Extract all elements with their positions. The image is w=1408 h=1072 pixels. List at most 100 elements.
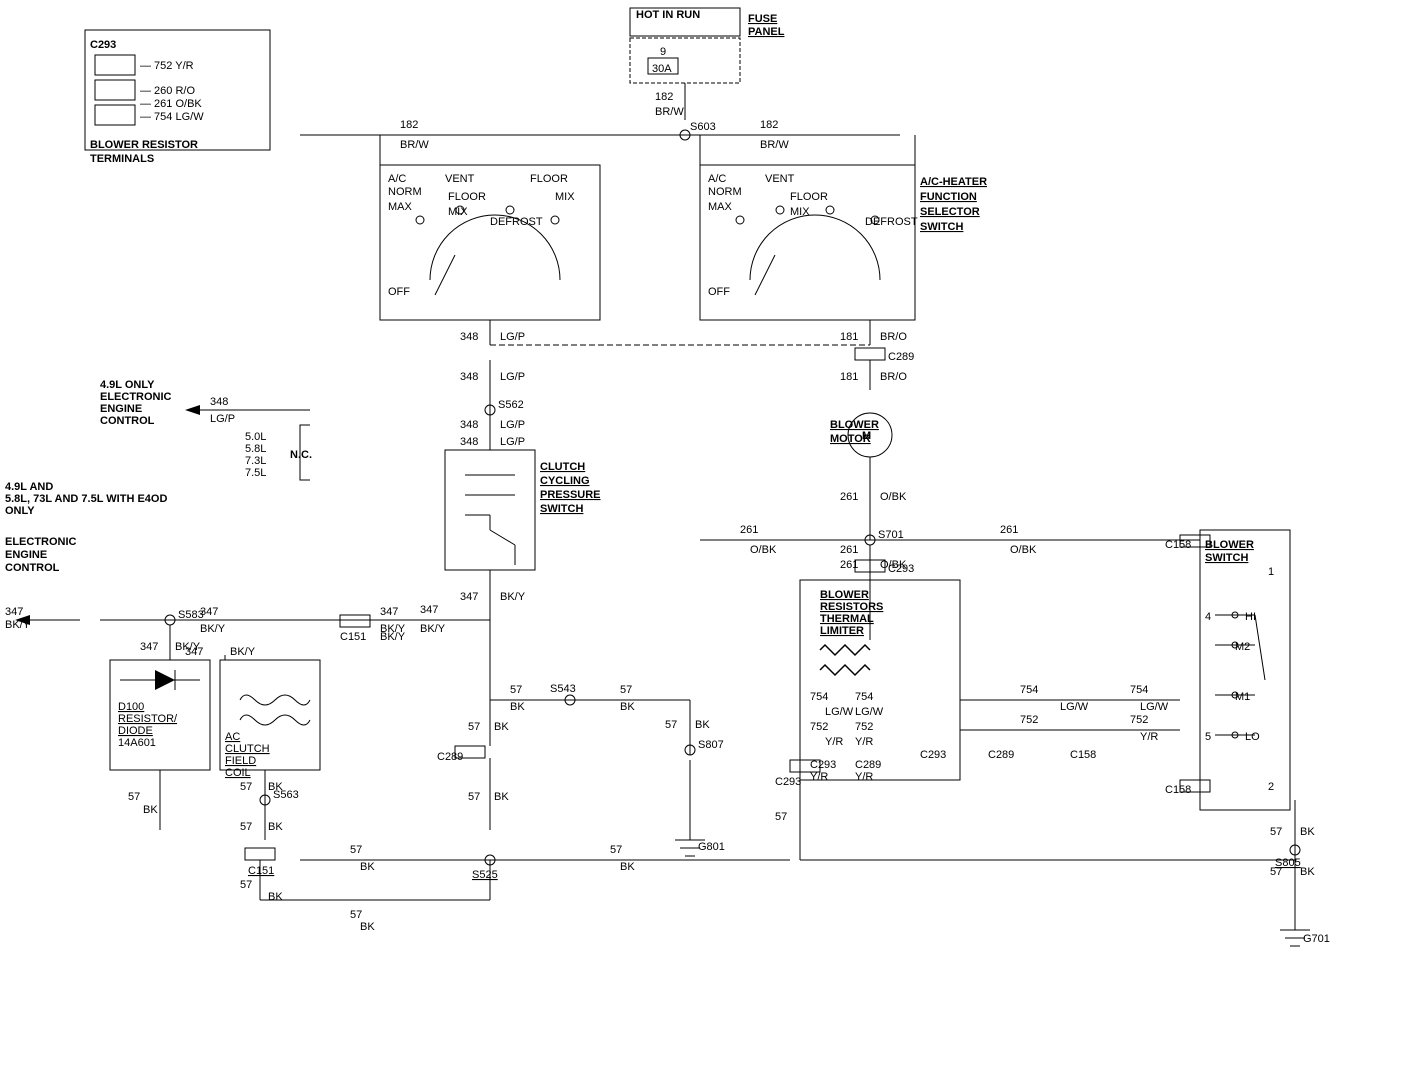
svg-text:347: 347 bbox=[420, 604, 438, 616]
svg-text:LG/W: LG/W bbox=[825, 706, 854, 718]
hot-in-run-label: HOT IN RUN bbox=[636, 9, 700, 21]
svg-text:5.0L: 5.0L bbox=[245, 431, 266, 443]
svg-text:9: 9 bbox=[660, 46, 666, 58]
svg-text:752: 752 bbox=[1020, 714, 1038, 726]
svg-text:C293: C293 bbox=[90, 39, 116, 51]
svg-text:BK/Y: BK/Y bbox=[380, 631, 406, 643]
svg-text:BK: BK bbox=[360, 861, 375, 873]
svg-text:Y/R: Y/R bbox=[1140, 731, 1158, 743]
svg-text:— 752 Y/R: — 752 Y/R bbox=[140, 60, 194, 72]
svg-text:181: 181 bbox=[840, 371, 858, 383]
svg-text:CLUTCH: CLUTCH bbox=[540, 461, 585, 473]
svg-text:ONLY: ONLY bbox=[5, 505, 35, 517]
svg-text:57: 57 bbox=[610, 844, 622, 856]
svg-text:754: 754 bbox=[1020, 684, 1038, 696]
svg-text:SWITCH: SWITCH bbox=[1205, 552, 1248, 564]
svg-text:HI: HI bbox=[1245, 611, 1256, 623]
svg-text:BK: BK bbox=[620, 701, 635, 713]
svg-text:BK: BK bbox=[268, 891, 283, 903]
svg-text:LG/P: LG/P bbox=[500, 371, 525, 383]
svg-text:OFF: OFF bbox=[708, 286, 730, 298]
svg-text:Y/R: Y/R bbox=[825, 736, 843, 748]
svg-text:181: 181 bbox=[840, 331, 858, 343]
svg-text:57: 57 bbox=[350, 844, 362, 856]
svg-text:LG/P: LG/P bbox=[500, 419, 525, 431]
svg-text:VENT: VENT bbox=[765, 173, 795, 185]
svg-text:57: 57 bbox=[468, 791, 480, 803]
svg-text:C293: C293 bbox=[920, 749, 946, 761]
svg-text:ELECTRONIC: ELECTRONIC bbox=[100, 391, 172, 403]
svg-text:BK: BK bbox=[143, 804, 158, 816]
svg-text:A/C-HEATER: A/C-HEATER bbox=[920, 176, 987, 188]
svg-text:A/C: A/C bbox=[708, 173, 726, 185]
svg-text:CONTROL: CONTROL bbox=[100, 415, 155, 427]
svg-text:57: 57 bbox=[510, 684, 522, 696]
svg-text:BLOWER: BLOWER bbox=[820, 589, 869, 601]
svg-text:57: 57 bbox=[240, 781, 252, 793]
svg-text:LG/P: LG/P bbox=[500, 331, 525, 343]
svg-text:C293: C293 bbox=[888, 563, 914, 575]
svg-text:BK/Y: BK/Y bbox=[420, 623, 446, 635]
svg-text:FLOOR: FLOOR bbox=[790, 191, 828, 203]
svg-text:DEFROST: DEFROST bbox=[490, 216, 543, 228]
svg-text:C293: C293 bbox=[775, 776, 801, 788]
svg-text:AC: AC bbox=[225, 731, 240, 743]
svg-text:BK: BK bbox=[510, 701, 525, 713]
svg-text:LG/W: LG/W bbox=[1140, 701, 1169, 713]
svg-text:LIMITER: LIMITER bbox=[820, 625, 864, 637]
svg-text:57: 57 bbox=[468, 721, 480, 733]
svg-text:O/BK: O/BK bbox=[880, 491, 907, 503]
svg-text:NORM: NORM bbox=[388, 186, 422, 198]
svg-text:ENGINE: ENGINE bbox=[100, 403, 142, 415]
svg-text:5: 5 bbox=[1205, 731, 1211, 743]
svg-text:— 260 R/O: — 260 R/O bbox=[140, 85, 195, 97]
svg-text:ENGINE: ENGINE bbox=[5, 549, 47, 561]
svg-text:LG/P: LG/P bbox=[210, 413, 235, 425]
svg-text:Y/R: Y/R bbox=[810, 771, 828, 783]
svg-text:THERMAL: THERMAL bbox=[820, 613, 874, 625]
svg-text:BK: BK bbox=[1300, 866, 1315, 878]
svg-text:O/BK: O/BK bbox=[750, 544, 777, 556]
svg-text:347: 347 bbox=[140, 641, 158, 653]
svg-text:BR/W: BR/W bbox=[760, 139, 789, 151]
svg-text:Y/R: Y/R bbox=[855, 771, 873, 783]
svg-text:14A601: 14A601 bbox=[118, 737, 156, 749]
svg-text:BK: BK bbox=[695, 719, 710, 731]
svg-text:LO: LO bbox=[1245, 731, 1260, 743]
svg-text:S543: S543 bbox=[550, 683, 576, 695]
svg-text:BLOWER RESISTOR: BLOWER RESISTOR bbox=[90, 139, 198, 151]
svg-text:C293: C293 bbox=[810, 759, 836, 771]
fuse-panel-label: FUSE bbox=[748, 13, 777, 25]
svg-text:C158: C158 bbox=[1070, 749, 1096, 761]
svg-text:S603: S603 bbox=[690, 121, 716, 133]
svg-text:BK: BK bbox=[360, 921, 375, 933]
svg-text:57: 57 bbox=[620, 684, 632, 696]
svg-text:347: 347 bbox=[185, 646, 203, 658]
svg-text:5.8L, 73L AND 7.5L WITH E4OD: 5.8L, 73L AND 7.5L WITH E4OD bbox=[5, 493, 167, 505]
svg-text:4.9L ONLY: 4.9L ONLY bbox=[100, 379, 155, 391]
svg-text:BR/W: BR/W bbox=[655, 106, 684, 118]
svg-text:BLOWER: BLOWER bbox=[1205, 539, 1254, 551]
svg-text:57: 57 bbox=[665, 719, 677, 731]
svg-text:Y/R: Y/R bbox=[855, 736, 873, 748]
svg-text:5.8L: 5.8L bbox=[245, 443, 266, 455]
svg-text:G801: G801 bbox=[698, 841, 725, 853]
svg-text:VENT: VENT bbox=[445, 173, 475, 185]
svg-text:752: 752 bbox=[810, 721, 828, 733]
svg-text:MOTOR: MOTOR bbox=[830, 433, 871, 445]
svg-text:S701: S701 bbox=[878, 529, 904, 541]
svg-text:57: 57 bbox=[240, 879, 252, 891]
svg-text:— 261 O/BK: — 261 O/BK bbox=[140, 98, 202, 110]
svg-text:ELECTRONIC: ELECTRONIC bbox=[5, 536, 77, 548]
svg-text:754: 754 bbox=[855, 691, 873, 703]
svg-text:348: 348 bbox=[460, 436, 478, 448]
svg-text:BK/Y: BK/Y bbox=[230, 646, 256, 658]
svg-text:RESISTOR/: RESISTOR/ bbox=[118, 713, 178, 725]
svg-text:348: 348 bbox=[460, 419, 478, 431]
svg-text:N.C.: N.C. bbox=[290, 449, 312, 461]
svg-text:C158: C158 bbox=[1165, 539, 1191, 551]
svg-text:C289: C289 bbox=[437, 751, 463, 763]
svg-text:261: 261 bbox=[840, 559, 858, 571]
svg-text:57: 57 bbox=[1270, 826, 1282, 838]
svg-text:DIODE: DIODE bbox=[118, 725, 153, 737]
